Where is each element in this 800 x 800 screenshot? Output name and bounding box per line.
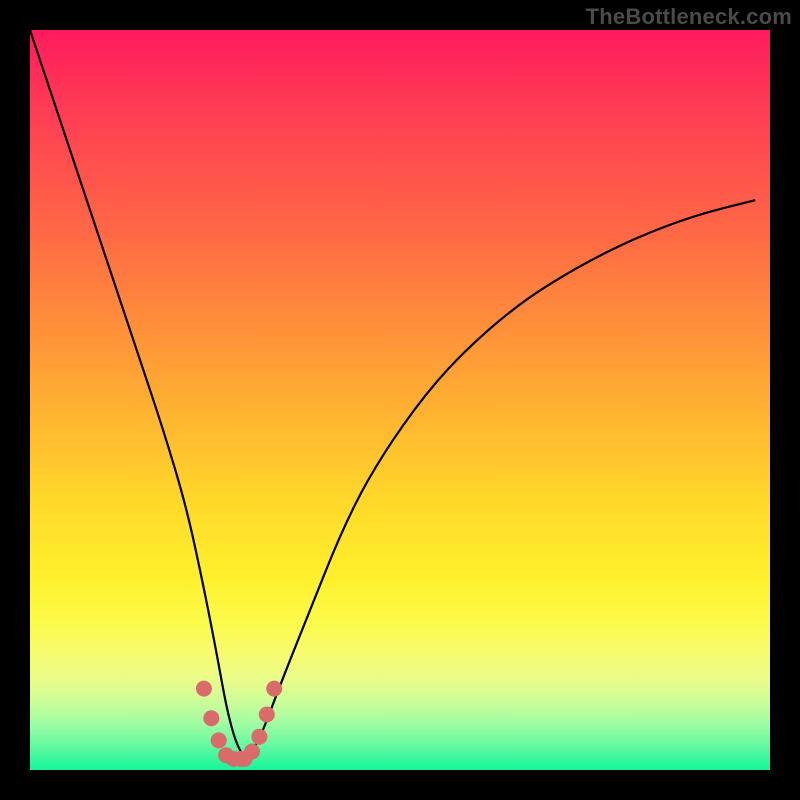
dip-dot — [244, 744, 260, 760]
plot-area — [30, 30, 770, 770]
dip-dot — [251, 729, 267, 745]
dip-marker — [196, 681, 282, 767]
dip-dot — [203, 710, 219, 726]
bottleneck-curve — [30, 30, 755, 756]
watermark-text: TheBottleneck.com — [586, 4, 792, 30]
curve-layer — [30, 30, 770, 770]
dip-dot — [196, 681, 212, 697]
chart-frame: TheBottleneck.com — [0, 0, 800, 800]
dip-dot — [211, 732, 227, 748]
dip-dot — [266, 681, 282, 697]
dip-dot — [259, 707, 275, 723]
